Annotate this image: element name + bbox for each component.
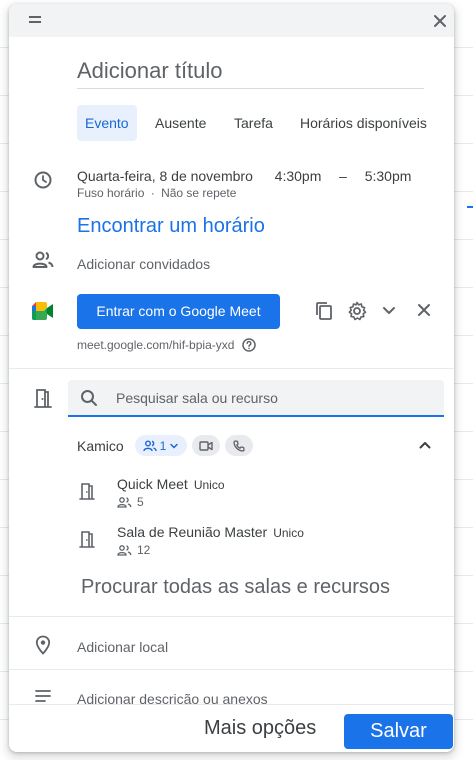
tab-tarefa[interactable]: Tarefa	[234, 105, 273, 141]
timezone-repeat-row: Fuso horário · Não se repete	[77, 186, 236, 200]
building-name: Kamico	[77, 438, 124, 454]
copy-icon[interactable]	[314, 301, 334, 321]
capacity-filter-value: 1	[159, 438, 167, 453]
google-meet-icon	[32, 302, 53, 320]
meet-link[interactable]: meet.google.com/hif-bpia-yxd	[77, 338, 256, 352]
tab-horarios-disponiveis[interactable]: Horários disponíveis	[300, 105, 427, 141]
remove-meet-close-icon[interactable]	[416, 302, 432, 318]
people-icon	[117, 496, 132, 508]
start-time[interactable]: 4:30pm	[275, 168, 322, 184]
video-filter-chip[interactable]	[192, 435, 220, 456]
room-item-sala-de-reuniao-master[interactable]: Sala de Reunião Master Unico	[117, 524, 304, 540]
tab-ausente[interactable]: Ausente	[155, 105, 206, 141]
room-door-icon	[34, 389, 52, 408]
people-icon	[32, 251, 54, 268]
people-icon	[142, 440, 157, 451]
chevron-down-icon[interactable]	[381, 302, 397, 318]
divider	[9, 368, 454, 369]
room-door-icon	[79, 531, 95, 548]
room-capacity: 5	[117, 495, 144, 509]
save-button[interactable]: Salvar	[344, 714, 453, 749]
gear-icon[interactable]	[347, 301, 367, 321]
find-time-button[interactable]: Encontrar um horário	[77, 215, 265, 238]
location-pin-icon	[35, 635, 51, 655]
video-camera-icon	[199, 440, 213, 451]
browse-all-rooms-button[interactable]: Procurar todas as salas e recursos	[81, 576, 390, 599]
meet-url[interactable]: meet.google.com/hif-bpia-yxd	[77, 338, 234, 352]
dialog-header[interactable]	[9, 4, 454, 37]
drag-handle-icon[interactable]	[29, 16, 41, 24]
description-lines-icon	[35, 690, 51, 702]
chevron-up-icon[interactable]	[418, 438, 432, 452]
timezone-link[interactable]: Fuso horário	[77, 186, 144, 200]
date-time-row[interactable]: Quarta-feira, 8 de novembro 4:30pm – 5:3…	[77, 168, 411, 184]
end-time[interactable]: 5:30pm	[365, 168, 412, 184]
room-name: Sala de Reunião Master	[117, 524, 268, 540]
room-tag: Unico	[273, 526, 304, 540]
add-guests-field[interactable]: Adicionar convidados	[77, 256, 210, 272]
room-capacity-value: 12	[137, 543, 151, 557]
separator-dot: ·	[150, 186, 155, 200]
join-google-meet-button[interactable]: Entrar com o Google Meet	[77, 294, 280, 329]
capacity-filter-chip[interactable]: 1	[135, 435, 187, 456]
people-icon	[117, 544, 132, 556]
divider	[9, 669, 454, 670]
event-date[interactable]: Quarta-feira, 8 de novembro	[77, 168, 253, 184]
room-item-quick-meet[interactable]: Quick Meet Unico	[117, 476, 225, 492]
room-name: Quick Meet	[117, 476, 188, 492]
chevron-down-icon	[170, 443, 179, 449]
clock-icon	[34, 171, 52, 189]
divider	[9, 616, 454, 617]
add-location-field[interactable]: Adicionar local	[77, 639, 168, 655]
room-capacity: 12	[117, 543, 150, 557]
current-time-marker	[467, 206, 473, 208]
close-dialog-button[interactable]	[431, 12, 449, 30]
repeat-setting[interactable]: Não se repete	[161, 186, 236, 200]
close-icon	[434, 15, 446, 27]
room-door-icon	[79, 483, 95, 500]
event-dialog: Evento Ausente Tarefa Horários disponíve…	[9, 4, 454, 752]
room-capacity-value: 5	[137, 495, 144, 509]
phone-filter-chip[interactable]	[225, 435, 253, 456]
more-options-button[interactable]: Mais opções	[204, 717, 316, 740]
phone-icon	[233, 439, 245, 452]
title-input[interactable]	[77, 54, 424, 89]
room-search-input[interactable]	[116, 380, 426, 415]
tab-evento[interactable]: Evento	[77, 105, 137, 141]
help-icon[interactable]	[242, 338, 256, 352]
time-dash: –	[339, 168, 347, 184]
search-icon	[81, 390, 97, 406]
room-tag: Unico	[193, 478, 225, 492]
room-search-field[interactable]	[68, 380, 444, 417]
